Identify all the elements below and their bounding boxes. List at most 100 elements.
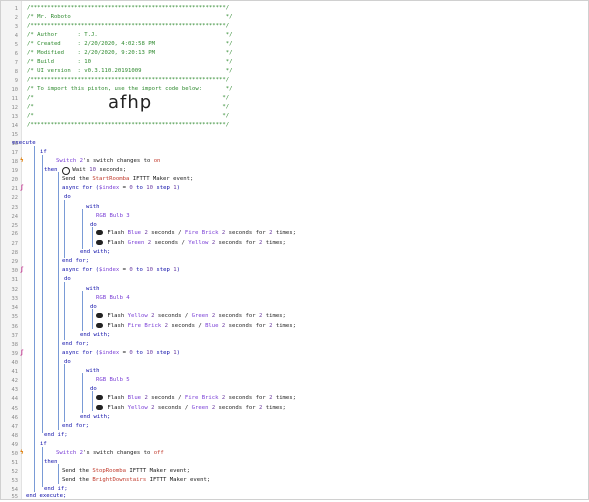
end-if[interactable]: end if; xyxy=(44,431,68,440)
flash-label: Flash xyxy=(104,405,128,411)
header-created: /* Created : 2/20/2020, 4:02:58 PM */ xyxy=(27,41,233,47)
flash-label: Flash xyxy=(104,240,128,246)
if-marker-icon[interactable]: ϟ xyxy=(20,449,24,458)
flash-command[interactable]: Flash Blue 2 seconds / Fire Brick 2 seco… xyxy=(104,394,296,403)
with-keyword[interactable]: with xyxy=(86,285,99,294)
line-number: 40 xyxy=(11,360,19,366)
line-number: 48 xyxy=(11,433,19,439)
do-keyword[interactable]: do xyxy=(64,193,71,202)
index-var: $index xyxy=(99,185,120,191)
if-marker-icon[interactable]: ϟ xyxy=(20,157,24,166)
line-number: 18 xyxy=(11,159,19,165)
to-value: 10 xyxy=(146,267,153,273)
flash-command[interactable]: Flash Blue 2 seconds / Fire Brick 2 seco… xyxy=(104,229,296,238)
sep-1: seconds / xyxy=(147,395,185,401)
equals: = xyxy=(119,267,130,273)
end-with[interactable]: end with; xyxy=(80,248,110,257)
device-rgb-bulb-4[interactable]: RGB Bulb 4 xyxy=(96,294,130,303)
flash-label: Flash xyxy=(104,323,128,329)
block-guide-then-2 xyxy=(58,464,59,484)
line-number: 32 xyxy=(11,287,19,293)
flash-command[interactable]: Flash Green 2 seconds / Yellow 2 seconds… xyxy=(104,239,286,248)
end-with[interactable]: end with; xyxy=(80,413,110,422)
async-for-label: async for ( xyxy=(62,267,100,273)
to-label: to xyxy=(132,267,147,273)
bulb-toggle-icon xyxy=(96,405,103,410)
async-marker-icon[interactable]: ʃ xyxy=(20,266,24,275)
line-number: 13 xyxy=(11,114,19,120)
line-number: 27 xyxy=(11,241,19,247)
wait-statement[interactable]: Wait 10 seconds; xyxy=(69,166,126,175)
flash-label: Flash xyxy=(104,313,128,319)
device-name: Switch 2 xyxy=(56,158,83,164)
header-author: /* Author : T.J. */ xyxy=(27,32,233,38)
sep-2: seconds for xyxy=(215,313,259,319)
do-keyword[interactable]: do xyxy=(64,358,71,367)
line-number: 20 xyxy=(11,177,19,183)
do-keyword[interactable]: do xyxy=(90,303,97,312)
do-keyword[interactable]: do xyxy=(90,385,97,394)
end-for[interactable]: end for; xyxy=(62,340,89,349)
send-brightdownstairs[interactable]: Send the BrightDownstairs IFTTT Maker ev… xyxy=(62,476,210,485)
do-keyword[interactable]: do xyxy=(64,275,71,284)
async-for-loop[interactable]: async for ($index = 0 to 10 step 1) xyxy=(62,184,180,193)
send-label: Send the xyxy=(62,176,93,182)
close-paren: ) xyxy=(176,350,180,356)
send-startroomba[interactable]: Send the StartRoomba IFTTT Maker event; xyxy=(62,175,193,184)
device-name: Switch 2 xyxy=(56,450,83,456)
sep-2: seconds for xyxy=(225,395,270,401)
import-code[interactable]: afhp xyxy=(108,92,152,113)
with-keyword[interactable]: with xyxy=(86,203,99,212)
async-marker-icon[interactable]: ʃ xyxy=(20,349,24,358)
if-keyword[interactable]: if xyxy=(40,440,47,449)
line-number: 3 xyxy=(14,24,18,30)
line-number: 5 xyxy=(14,42,18,48)
device-rgb-bulb-5[interactable]: RGB Bulb 5 xyxy=(96,376,130,385)
color-1: Yellow xyxy=(127,405,148,411)
end-for[interactable]: end for; xyxy=(62,422,89,431)
line-number: 41 xyxy=(11,369,19,375)
header-ui-version: /* UI version : v0.3.110.20191009 */ xyxy=(27,68,233,74)
flash-command[interactable]: Flash Fire Brick 2 seconds / Blue 2 seco… xyxy=(104,322,296,331)
flash-command[interactable]: Flash Yellow 2 seconds / Green 2 seconds… xyxy=(104,312,286,321)
send-stoproomba[interactable]: Send the StopRoomba IFTTT Maker event; xyxy=(62,467,190,476)
header-border-bottom: /***************************************… xyxy=(27,122,230,128)
async-marker-icon[interactable]: ʃ xyxy=(20,184,24,193)
async-for-loop[interactable]: async for ($index = 0 to 10 step 1) xyxy=(62,349,180,358)
line-number: 8 xyxy=(14,69,18,75)
header-border-top: /***************************************… xyxy=(27,5,230,11)
step-label: step xyxy=(152,267,174,273)
color-2: Fire Brick xyxy=(184,230,219,236)
color-1: Blue xyxy=(127,230,142,236)
do-keyword[interactable]: do xyxy=(90,221,97,230)
bulb-toggle-icon xyxy=(96,313,103,318)
line-number-gutter: 1 2 3 4 5 6 7 8 9 10 11 12 13 14 15 16 17 18 19 20 21 22 23 24 2… xyxy=(1,1,22,500)
async-for-loop[interactable]: async for ($index = 0 to 10 step 1) xyxy=(62,266,180,275)
color-1: Green xyxy=(127,240,145,246)
close-paren: ) xyxy=(176,185,180,191)
if-keyword[interactable]: if xyxy=(40,148,47,157)
step-label: step xyxy=(152,350,174,356)
times-label: times; xyxy=(272,230,297,236)
line-number: 38 xyxy=(11,342,19,348)
condition-text: 's switch changes to xyxy=(82,450,154,456)
end-with[interactable]: end with; xyxy=(80,331,110,340)
line-number: 29 xyxy=(11,259,19,265)
execute-keyword[interactable]: execute xyxy=(12,139,36,148)
then-keyword[interactable]: then xyxy=(44,458,57,467)
then-keyword[interactable]: then xyxy=(44,166,57,175)
with-keyword[interactable]: with xyxy=(86,367,99,376)
condition-switch-off[interactable]: Switch 2's switch changes to off xyxy=(56,449,164,458)
line-number: 55 xyxy=(11,494,19,500)
line-number: 49 xyxy=(11,442,19,448)
line-number: 4 xyxy=(14,33,18,39)
block-guide-do-1 xyxy=(64,200,65,258)
send-label: Send the xyxy=(62,468,93,474)
device-rgb-bulb-3[interactable]: RGB Bulb 3 xyxy=(96,212,130,221)
times-label: times; xyxy=(262,240,286,246)
flash-command[interactable]: Flash Yellow 2 seconds / Green 2 seconds… xyxy=(104,404,286,413)
line-number: 33 xyxy=(11,296,19,302)
condition-switch-on[interactable]: Switch 2's switch changes to on xyxy=(56,157,160,166)
line-number: 14 xyxy=(11,123,19,129)
end-for[interactable]: end for; xyxy=(62,257,89,266)
